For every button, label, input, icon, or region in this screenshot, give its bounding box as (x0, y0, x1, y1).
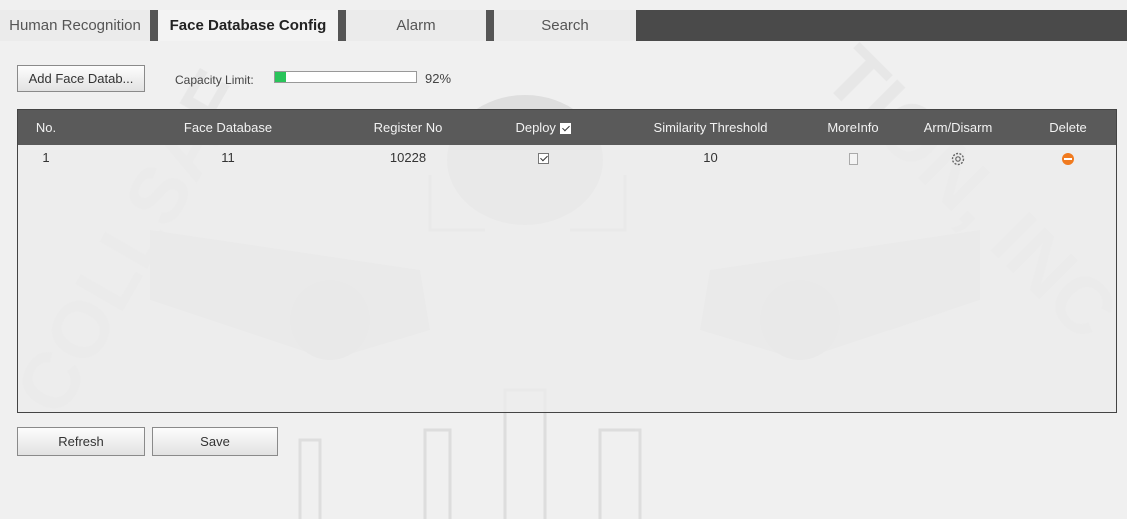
capacity-percent: 92% (425, 71, 452, 86)
cell-deploy (488, 145, 598, 173)
cell-register-no: 10228 (389, 150, 427, 165)
save-button[interactable]: Save (152, 427, 278, 456)
column-header-deploy: Deploy (488, 110, 598, 145)
refresh-button[interactable]: Refresh (17, 427, 145, 456)
tab-separator (338, 10, 346, 41)
column-header-delete: Delete (1049, 120, 1087, 135)
column-header-register-no: Register No (373, 120, 443, 135)
table-row: 1 11 10228 10 (18, 145, 1116, 173)
column-header-moreinfo: MoreInfo (827, 120, 879, 135)
column-header-deploy-label: Deploy (515, 120, 556, 135)
cell-no: 1 (42, 150, 50, 165)
document-icon[interactable] (848, 152, 858, 165)
capacity-bar (274, 71, 417, 83)
cell-delete (1033, 145, 1103, 173)
column-header-no: No. (35, 120, 57, 135)
tab-separator (150, 10, 158, 41)
deploy-all-checkbox[interactable] (559, 123, 571, 135)
tab-human-recognition[interactable]: Human Recognition (0, 10, 150, 41)
tab-bar-fill (636, 10, 1127, 41)
tab-separator (486, 10, 494, 41)
capacity-bar-fill (275, 72, 287, 82)
gear-icon[interactable] (950, 151, 966, 167)
cell-arm-disarm (908, 145, 1008, 173)
add-face-database-button[interactable]: Add Face Datab... (17, 65, 145, 92)
cell-face-database: 11 (221, 150, 235, 165)
cell-similarity-threshold: 10 (703, 150, 718, 165)
capacity-label: Capacity Limit: (175, 73, 254, 87)
table-header: No. Face Database Register No Deploy Sim… (18, 110, 1116, 145)
face-database-table: No. Face Database Register No Deploy Sim… (17, 109, 1117, 413)
cell-moreinfo (808, 145, 898, 173)
tab-bar: Human Recognition Face Database Config A… (0, 10, 1127, 41)
tab-alarm[interactable]: Alarm (346, 10, 486, 41)
tab-face-database-config[interactable]: Face Database Config (158, 10, 338, 41)
delete-icon[interactable] (1062, 152, 1074, 165)
column-header-arm-disarm: Arm/Disarm (923, 120, 993, 135)
deploy-checkbox[interactable] (537, 153, 549, 165)
column-header-face-database: Face Database (183, 120, 273, 135)
column-header-similarity-threshold: Similarity Threshold (653, 120, 768, 135)
tab-search[interactable]: Search (494, 10, 636, 41)
